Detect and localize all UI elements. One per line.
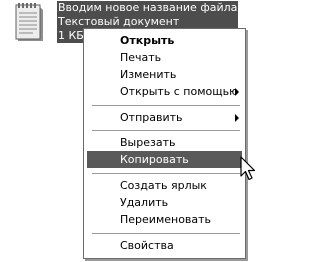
menu-separator <box>92 233 240 234</box>
menu-item-print[interactable]: Печать <box>87 49 242 66</box>
menu-item-copy[interactable]: Копировать <box>87 151 242 168</box>
menu-item-create-shortcut[interactable]: Создать ярлык <box>87 177 242 194</box>
menu-separator <box>92 173 240 174</box>
submenu-arrow-icon <box>235 114 239 122</box>
menu-item-rename[interactable]: Переименовать <box>87 211 242 228</box>
menu-item-properties[interactable]: Свойства <box>87 237 242 254</box>
menu-item-send-to[interactable]: Отправить <box>87 109 242 126</box>
menu-separator <box>92 130 240 131</box>
menu-item-edit[interactable]: Изменить <box>87 66 242 83</box>
menu-item-delete[interactable]: Удалить <box>87 194 242 211</box>
menu-item-open[interactable]: Открыть <box>87 32 242 49</box>
file-name: Вводим новое название файла <box>58 1 238 14</box>
notepad-text-file-icon[interactable] <box>9 3 47 43</box>
submenu-arrow-icon <box>235 88 239 96</box>
mouse-pointer-icon <box>240 156 256 181</box>
file-type: Текстовый документ <box>58 15 180 28</box>
menu-item-open-with[interactable]: Открыть с помощью <box>87 83 242 100</box>
context-menu: Открыть Печать Изменить Открыть с помощь… <box>83 28 246 259</box>
menu-separator <box>92 105 240 106</box>
menu-item-send-to-label: Отправить <box>120 111 183 124</box>
menu-item-open-with-label: Открыть с помощью <box>120 85 239 98</box>
menu-item-cut[interactable]: Вырезать <box>87 134 242 151</box>
